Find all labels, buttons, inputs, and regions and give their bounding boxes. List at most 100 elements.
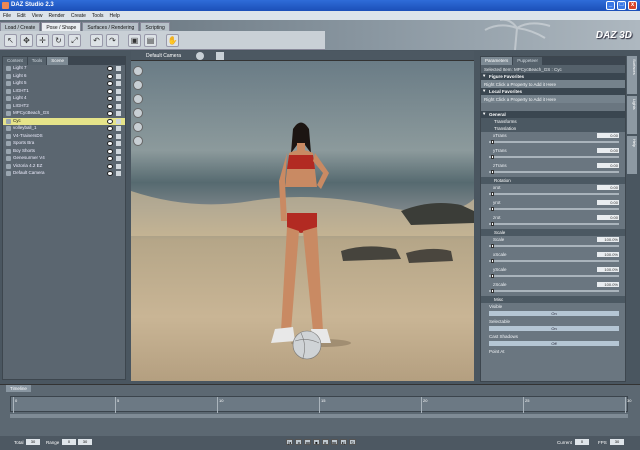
save-button[interactable]: ▤ — [144, 34, 157, 47]
slider-knob[interactable] — [491, 170, 494, 174]
maximize-button[interactable]: □ — [617, 1, 626, 10]
selectable-toggle[interactable]: On — [489, 326, 619, 331]
rotate-tool-button[interactable]: ↻ — [52, 34, 65, 47]
slider-knob[interactable] — [491, 259, 494, 263]
slider-track[interactable] — [489, 223, 619, 225]
rotation-header[interactable]: Rotation — [481, 177, 625, 184]
lock-icon[interactable] — [116, 163, 121, 169]
slider-track[interactable] — [489, 208, 619, 210]
lock-icon[interactable] — [116, 148, 121, 154]
slider-knob[interactable] — [491, 207, 494, 211]
slider-knob[interactable] — [491, 244, 494, 248]
tab-surfaces-rendering[interactable]: Surfaces / Rendering — [82, 22, 140, 31]
point-at-property[interactable]: Point At — [481, 348, 625, 356]
pan-icon[interactable] — [133, 80, 143, 90]
minimize-button[interactable]: _ — [606, 1, 615, 10]
general-header[interactable]: General — [481, 111, 625, 118]
misc-header[interactable]: Misc — [481, 296, 625, 303]
scene-tree-item[interactable]: Light 7 — [3, 65, 125, 73]
property-slider[interactable]: zrot 0.00 — [481, 214, 625, 229]
scene-tree-item[interactable]: Light 6 — [3, 73, 125, 81]
transforms-header[interactable]: Transforms — [481, 118, 625, 125]
property-value-field[interactable]: 0.00 — [597, 133, 619, 138]
next-frame-button[interactable]: ▸▸ — [331, 439, 338, 445]
figure-favorites-header[interactable]: Figure Favorites — [481, 73, 625, 80]
render-button[interactable]: ▣ — [128, 34, 141, 47]
local-favorites-header[interactable]: Local Favorites — [481, 88, 625, 95]
scene-tree-item[interactable]: Cyc — [3, 117, 125, 125]
slider-knob[interactable] — [491, 140, 494, 144]
close-button[interactable]: x — [628, 1, 637, 10]
scene-tree-item[interactable]: LIGHT2 — [3, 103, 125, 111]
tab-parameters[interactable]: Parameters — [481, 57, 513, 65]
slider-track[interactable] — [489, 245, 619, 247]
loop-button[interactable]: ↻ — [349, 439, 356, 445]
lock-icon[interactable] — [116, 81, 121, 86]
visibility-eye-icon[interactable] — [107, 88, 113, 94]
visibility-eye-icon[interactable] — [107, 141, 113, 146]
cast-shadows-toggle[interactable]: Off — [489, 341, 619, 346]
visibility-eye-icon[interactable] — [107, 103, 113, 109]
lock-icon[interactable] — [116, 141, 121, 146]
tab-scene[interactable]: Scene — [47, 57, 69, 65]
slider-track[interactable] — [489, 171, 619, 173]
zoom-icon[interactable] — [133, 108, 143, 118]
visibility-eye-icon[interactable] — [107, 118, 113, 124]
lock-icon[interactable] — [116, 96, 121, 101]
scene-tree-item[interactable]: Sports Bra — [3, 140, 125, 148]
node-select-tool-button[interactable]: ✥ — [20, 34, 33, 47]
property-slider[interactable]: zScale 100.0% — [481, 281, 625, 296]
orbit-icon[interactable] — [133, 66, 143, 76]
scene-tree-item[interactable]: Light 5 — [3, 80, 125, 88]
scene-tree-item[interactable]: Genesurmer V4 — [3, 155, 125, 163]
scale-tool-button[interactable]: ⤢ — [68, 34, 81, 47]
property-slider[interactable]: yScale 100.0% — [481, 266, 625, 281]
tab-scripting[interactable]: Scripting — [140, 22, 170, 31]
property-slider[interactable]: yTrans 0.00 — [481, 147, 625, 162]
property-value-field[interactable]: 0.00 — [597, 200, 619, 205]
slider-track[interactable] — [489, 290, 619, 292]
slider-track[interactable] — [489, 193, 619, 195]
slider-track[interactable] — [489, 156, 619, 158]
tab-tools[interactable]: Tools — [27, 57, 47, 65]
lock-icon[interactable] — [116, 156, 121, 161]
scene-tree-item[interactable]: volleyball_1 — [3, 125, 125, 133]
select-tool-button[interactable]: ↖ — [4, 34, 17, 47]
timeline-ruler[interactable]: 0 5 10 15 20 25 30 — [10, 396, 631, 413]
visibility-eye-icon[interactable] — [107, 73, 113, 79]
property-slider[interactable]: Scale 100.0% — [481, 236, 625, 251]
slider-knob[interactable] — [491, 222, 494, 226]
side-tab-help[interactable]: Help — [627, 136, 637, 174]
camera-settings-icon[interactable] — [196, 52, 204, 60]
timeline-tab[interactable]: Timeline — [6, 385, 31, 392]
property-value-field[interactable]: 100.0% — [597, 267, 619, 272]
camera-selector[interactable]: Default Camera — [146, 53, 181, 59]
menu-create[interactable]: Create — [68, 11, 89, 19]
prev-frame-button[interactable]: ◂ — [295, 439, 302, 445]
slider-knob[interactable] — [491, 192, 494, 196]
property-value-field[interactable]: 100.0% — [597, 237, 619, 242]
scene-tree-item[interactable]: Light 4 — [3, 95, 125, 103]
visibility-eye-icon[interactable] — [107, 133, 113, 139]
timeline-scrub-track[interactable] — [10, 414, 628, 418]
side-tab-lights[interactable]: Lights — [627, 96, 637, 134]
menu-render[interactable]: Render — [45, 11, 67, 19]
visibility-eye-icon[interactable] — [107, 96, 113, 101]
slider-track[interactable] — [489, 260, 619, 262]
menu-tools[interactable]: Tools — [89, 11, 107, 19]
range-start-field[interactable]: 0 — [62, 439, 76, 445]
scale-header[interactable]: Scale — [481, 229, 625, 236]
play-button[interactable]: ▸ — [322, 439, 329, 445]
translate-tool-button[interactable]: ✛ — [36, 34, 49, 47]
render-scene[interactable] — [131, 61, 474, 381]
menu-file[interactable]: File — [0, 11, 14, 19]
frame-icon[interactable] — [133, 122, 143, 132]
slider-knob[interactable] — [491, 289, 494, 293]
visibility-eye-icon[interactable] — [107, 148, 113, 154]
tab-content[interactable]: Content — [3, 57, 27, 65]
translation-header[interactable]: Translation — [481, 125, 625, 132]
slider-knob[interactable] — [491, 155, 494, 159]
menu-view[interactable]: View — [29, 11, 46, 19]
lock-icon[interactable] — [116, 66, 121, 71]
scene-tree-item[interactable]: LIGHT1 — [3, 88, 125, 96]
